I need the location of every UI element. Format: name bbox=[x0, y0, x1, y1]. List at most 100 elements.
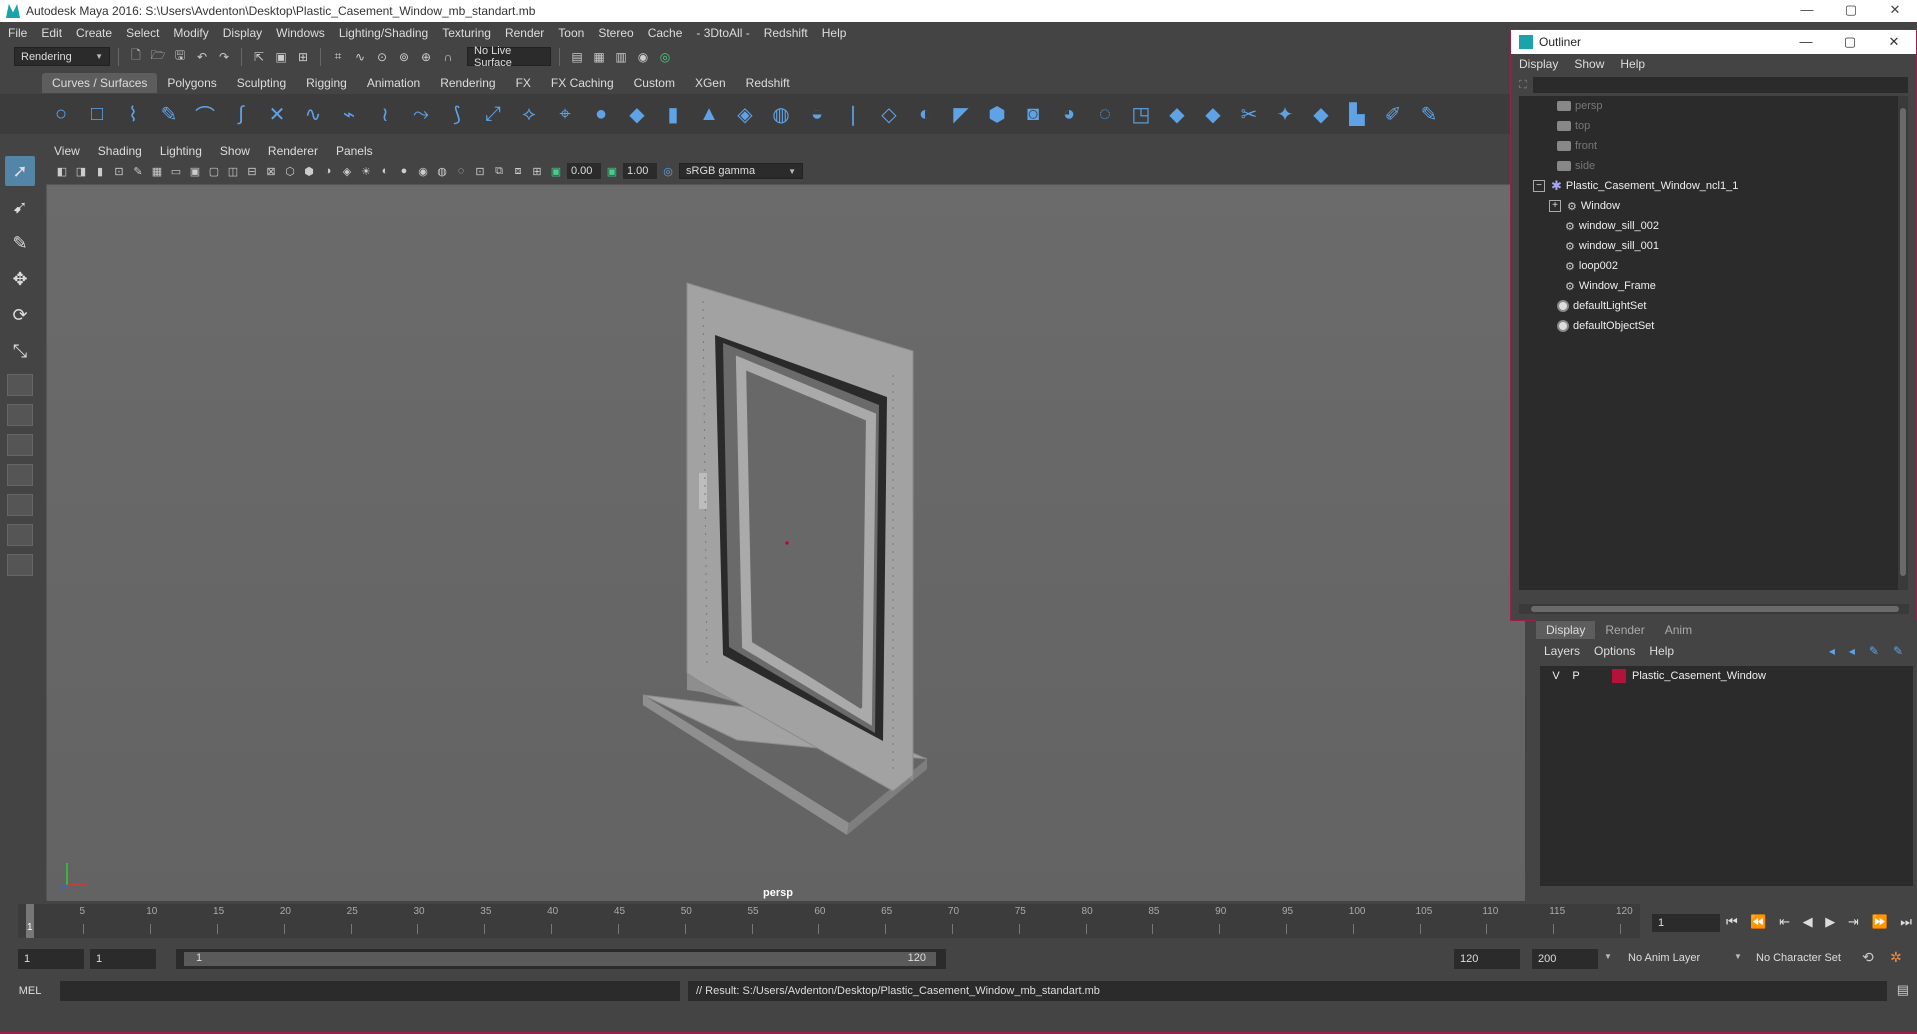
persp-outliner-layout-icon[interactable] bbox=[7, 434, 33, 456]
outliner-item[interactable]: top bbox=[1519, 116, 1908, 136]
render-view-icon[interactable]: ◎ bbox=[656, 48, 674, 66]
snap-grid-icon[interactable]: ⌗ bbox=[329, 48, 347, 66]
go-to-start-button[interactable]: ⏮ bbox=[1726, 914, 1738, 932]
grease-pencil-icon[interactable]: ✎ bbox=[130, 163, 146, 179]
collapse-icon[interactable]: − bbox=[1533, 180, 1545, 192]
exposure-field[interactable]: 0.00 bbox=[567, 163, 601, 179]
menu-edit[interactable]: Edit bbox=[41, 26, 62, 40]
step-back-key-button[interactable]: ⏪ bbox=[1750, 914, 1766, 932]
open-close-icon[interactable]: ▙ bbox=[1344, 101, 1370, 127]
menu-create[interactable]: Create bbox=[76, 26, 112, 40]
shadows-icon[interactable]: ◐ bbox=[377, 163, 393, 179]
ambient-occlusion-icon[interactable]: ● bbox=[396, 163, 412, 179]
nurbs-sphere-icon[interactable]: ● bbox=[588, 101, 614, 127]
menu-display[interactable]: Display bbox=[223, 26, 262, 40]
render-current-icon[interactable]: ▤ bbox=[568, 48, 586, 66]
safe-action-icon[interactable]: ⊟ bbox=[244, 163, 260, 179]
new-layer-selected-icon[interactable]: ✎ bbox=[1893, 644, 1903, 658]
outliner-search-input[interactable] bbox=[1532, 77, 1908, 93]
untrim-icon[interactable]: ✂ bbox=[1236, 101, 1262, 127]
outliner-item[interactable]: ⚙ window_sill_001 bbox=[1519, 236, 1908, 256]
nurbs-cone-icon[interactable]: ▲ bbox=[696, 101, 722, 127]
live-surface-field[interactable]: No Live Surface bbox=[467, 45, 551, 69]
range-slider-handle[interactable] bbox=[184, 952, 936, 966]
single-perspective-layout-icon[interactable] bbox=[7, 374, 33, 396]
menu-texturing[interactable]: Texturing bbox=[442, 26, 491, 40]
menu-3dtoall[interactable]: - 3DtoAll - bbox=[696, 26, 749, 40]
layer-menu-help[interactable]: Help bbox=[1649, 644, 1674, 658]
panel-menu-view[interactable]: View bbox=[54, 144, 80, 158]
animation-end-field[interactable]: 200 bbox=[1532, 949, 1598, 969]
anim-layer-dropdown[interactable]: No Anim Layer bbox=[1628, 952, 1700, 964]
outliner-maximize-button[interactable]: ▢ bbox=[1828, 34, 1872, 50]
menu-select[interactable]: Select bbox=[126, 26, 159, 40]
play-backwards-button[interactable]: ◀ bbox=[1803, 914, 1813, 932]
attach-curves-icon[interactable]: ∿ bbox=[300, 101, 326, 127]
field-chart-icon[interactable]: ◫ bbox=[225, 163, 241, 179]
gamma-field[interactable]: 1.00 bbox=[623, 163, 657, 179]
use-lights-icon[interactable]: ☀ bbox=[358, 163, 374, 179]
nurbs-circle-icon[interactable]: ○ bbox=[48, 101, 74, 127]
detach-surfaces-icon[interactable]: ◆ bbox=[1308, 101, 1334, 127]
menu-file[interactable]: File bbox=[8, 26, 27, 40]
camera-attr-icon[interactable]: ◨ bbox=[73, 163, 89, 179]
color-space-dropdown[interactable]: sRGB gamma ▼ bbox=[679, 163, 803, 179]
menu-help[interactable]: Help bbox=[822, 26, 847, 40]
persp-graph-layout-icon[interactable] bbox=[7, 464, 33, 486]
outliner-item[interactable]: ⚙ Window_Frame bbox=[1519, 276, 1908, 296]
expand-icon[interactable]: + bbox=[1549, 200, 1561, 212]
outliner-menu-show[interactable]: Show bbox=[1574, 57, 1604, 71]
select-component-icon[interactable]: ⊞ bbox=[294, 48, 312, 66]
safe-title-icon[interactable]: ⊠ bbox=[263, 163, 279, 179]
curve-edit-icon[interactable]: ⌖ bbox=[552, 101, 578, 127]
snap-point-icon[interactable]: ⊙ bbox=[373, 48, 391, 66]
add-points-icon[interactable]: ⟡ bbox=[516, 101, 542, 127]
magnet-icon[interactable]: ∩ bbox=[439, 48, 457, 66]
rotate-tool-icon[interactable]: ⟳ bbox=[5, 300, 35, 330]
tab-fx-caching[interactable]: FX Caching bbox=[541, 73, 624, 93]
snap-view-icon[interactable]: ⊚ bbox=[395, 48, 413, 66]
outliner-item[interactable]: defaultLightSet bbox=[1519, 296, 1908, 316]
trim-icon[interactable]: ◆ bbox=[1200, 101, 1226, 127]
layer-row[interactable]: V P Plastic_Casement_Window bbox=[1540, 666, 1913, 686]
outliner-item[interactable]: defaultObjectSet bbox=[1519, 316, 1908, 336]
current-frame-field[interactable]: 1 bbox=[1652, 914, 1720, 932]
square-surface-icon[interactable]: ◙ bbox=[1020, 101, 1046, 127]
sculpt-icon[interactable]: ✐ bbox=[1380, 101, 1406, 127]
chevron-down-icon[interactable]: ▼ bbox=[1734, 952, 1742, 961]
film-gate-icon[interactable]: ▭ bbox=[168, 163, 184, 179]
tab-render-layers[interactable]: Render bbox=[1595, 621, 1654, 639]
xray-icon[interactable]: ⧉ bbox=[491, 163, 507, 179]
command-input[interactable] bbox=[60, 981, 680, 1001]
perspective-viewport[interactable]: persp bbox=[46, 184, 1525, 901]
image-plane-icon[interactable]: ⊡ bbox=[111, 163, 127, 179]
new-layer-icon[interactable]: ✎ bbox=[1869, 644, 1879, 658]
outliner-item[interactable]: persp bbox=[1519, 96, 1908, 116]
textured-icon[interactable]: ◈ bbox=[339, 163, 355, 179]
scroll-thumb[interactable] bbox=[1531, 606, 1899, 612]
tab-display-layers[interactable]: Display bbox=[1536, 621, 1596, 639]
gate-mask-icon[interactable]: ▢ bbox=[206, 163, 222, 179]
hypershade-layout-icon[interactable] bbox=[7, 494, 33, 516]
menu-redshift[interactable]: Redshift bbox=[764, 26, 808, 40]
offset-curve-icon[interactable]: ⟆ bbox=[444, 101, 470, 127]
tab-xgen[interactable]: XGen bbox=[685, 73, 736, 93]
exposure-icon[interactable]: ▣ bbox=[548, 163, 564, 179]
layer-menu-options[interactable]: Options bbox=[1594, 644, 1635, 658]
extend-curve-icon[interactable]: ⤳ bbox=[408, 101, 434, 127]
tab-anim-layers[interactable]: Anim bbox=[1655, 621, 1702, 639]
paint-select-tool-icon[interactable]: ✎ bbox=[5, 228, 35, 258]
outliner-item[interactable]: front bbox=[1519, 136, 1908, 156]
menu-render[interactable]: Render bbox=[505, 26, 544, 40]
menu-lighting-shading[interactable]: Lighting/Shading bbox=[339, 26, 428, 40]
attach-surfaces-icon[interactable]: ✦ bbox=[1272, 101, 1298, 127]
undo-icon[interactable]: ↶ bbox=[193, 48, 211, 66]
tab-custom[interactable]: Custom bbox=[624, 73, 685, 93]
panel-menu-renderer[interactable]: Renderer bbox=[268, 144, 318, 158]
select-hierarchy-icon[interactable]: ⇱ bbox=[250, 48, 268, 66]
script-editor-icon[interactable]: ▤ bbox=[1897, 982, 1909, 998]
tab-curves-surfaces[interactable]: Curves / Surfaces bbox=[42, 73, 158, 93]
bevel-plus-icon[interactable]: ◌ bbox=[1092, 101, 1118, 127]
outliner-menu-display[interactable]: Display bbox=[1519, 57, 1558, 71]
playback-end-field[interactable]: 120 bbox=[1454, 949, 1520, 969]
